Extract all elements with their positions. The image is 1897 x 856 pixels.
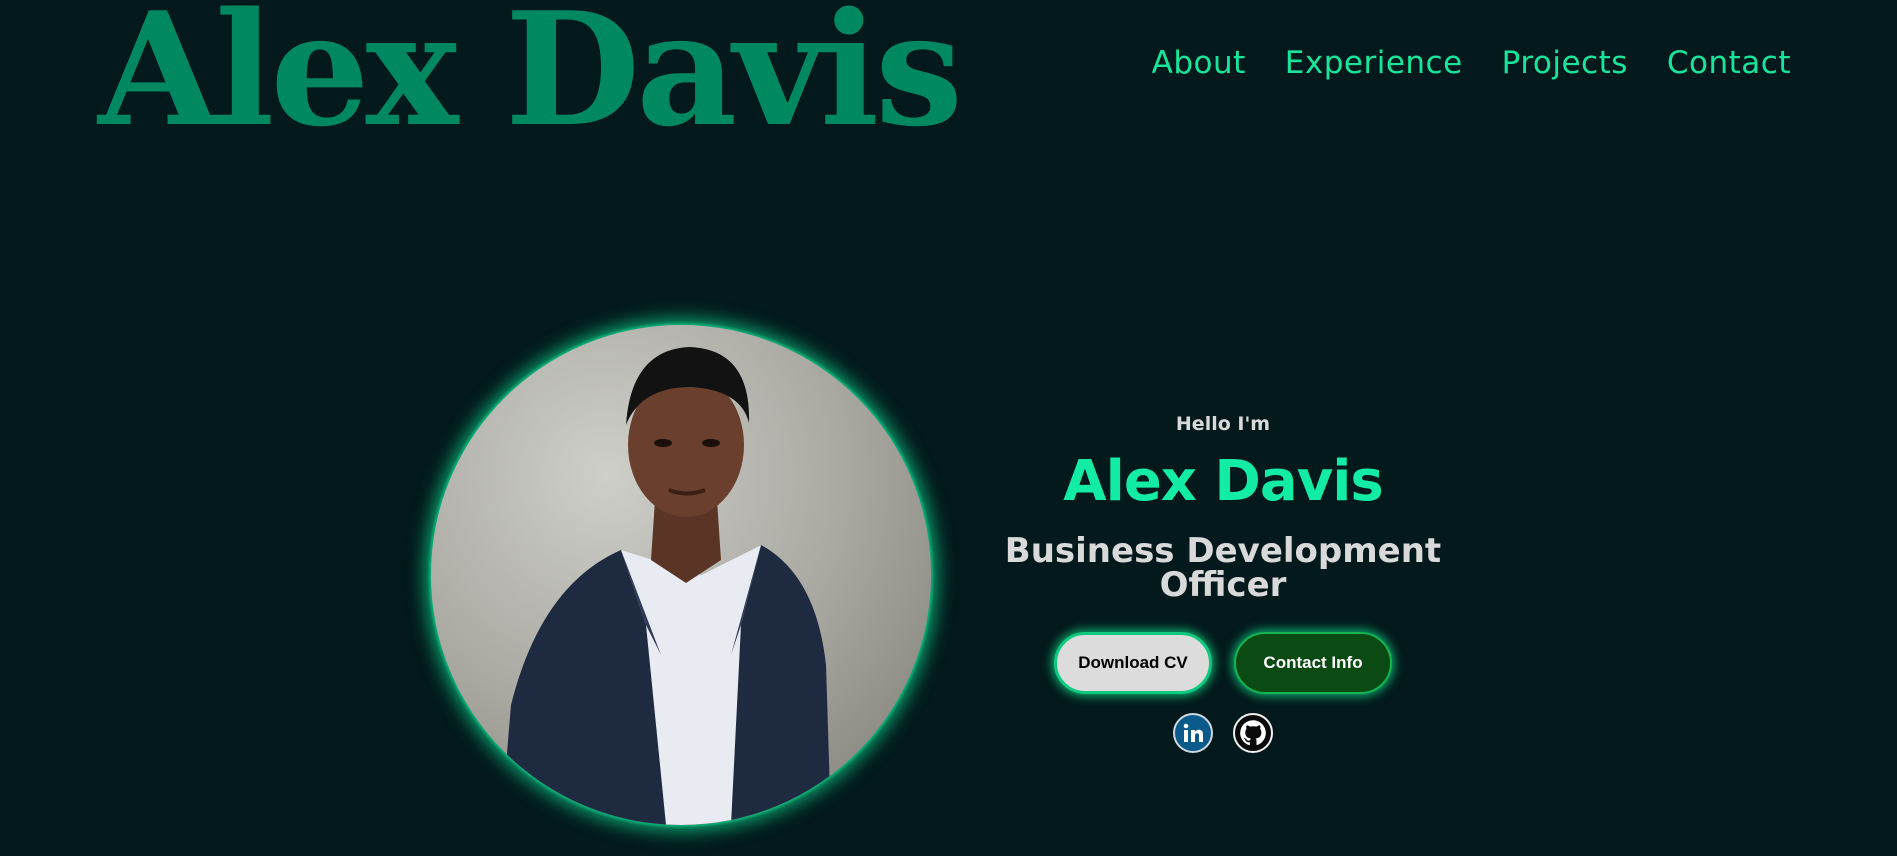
download-cv-button[interactable]: Download CV	[1054, 632, 1212, 694]
hero-intro: Hello I'm Alex Davis Business Developmen…	[940, 415, 1506, 753]
site-logo[interactable]: Alex Davis	[98, 0, 963, 148]
github-icon[interactable]	[1233, 713, 1273, 753]
main-nav: About Experience Projects Contact	[1152, 45, 1791, 81]
page: Alex Davis About Experience Projects Con…	[0, 0, 1897, 856]
linkedin-icon[interactable]	[1173, 713, 1213, 753]
nav-projects[interactable]: Projects	[1502, 45, 1628, 81]
hero-name: Alex Davis	[1063, 449, 1383, 514]
job-title: Business Development Officer	[1004, 531, 1442, 605]
nav-contact[interactable]: Contact	[1667, 45, 1791, 81]
contact-info-button[interactable]: Contact Info	[1234, 632, 1392, 694]
nav-about[interactable]: About	[1152, 45, 1246, 81]
nav-experience[interactable]: Experience	[1285, 45, 1463, 81]
hero-buttons: Download CV Contact Info	[940, 632, 1506, 694]
profile-photo	[431, 325, 931, 825]
social-links	[940, 713, 1506, 753]
greeting-text: Hello I'm	[1175, 413, 1271, 435]
